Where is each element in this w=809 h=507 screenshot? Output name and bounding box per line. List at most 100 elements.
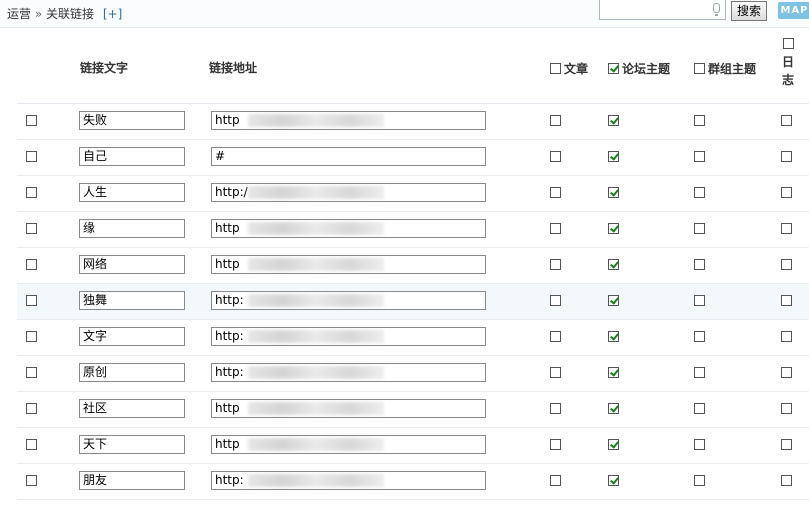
group-thread-checkbox[interactable] [694,115,705,126]
article-checkbox[interactable] [550,187,561,198]
forum-thread-checkbox[interactable] [608,223,619,234]
link-text-input[interactable]: 缘 [79,219,185,238]
header-check-article[interactable]: 文章 [550,60,588,77]
log-checkbox[interactable] [781,223,792,234]
header-check-forum-thread[interactable]: 论坛主题 [608,60,670,77]
header-check-group-thread[interactable]: 群组主题 [694,60,756,77]
group-thread-checkbox[interactable] [694,223,705,234]
link-url-input[interactable]: http: [211,291,486,310]
group-thread-checkbox[interactable] [694,439,705,450]
log-checkbox[interactable] [781,367,792,378]
link-url-input[interactable]: http [211,399,486,418]
link-url-input[interactable]: http: [211,363,486,382]
article-checkbox[interactable] [550,367,561,378]
log-checkbox[interactable] [781,295,792,306]
link-text-input[interactable]: 失败 [79,111,185,130]
link-url-input[interactable]: http [211,255,486,274]
column-header-forum-thread: 论坛主题 [622,62,671,76]
header-article-checkbox[interactable] [550,63,561,74]
row-select-checkbox[interactable] [26,115,37,126]
row-select-checkbox[interactable] [26,331,37,342]
link-url-input[interactable]: http: [211,327,486,346]
row-select-checkbox[interactable] [26,259,37,270]
article-checkbox[interactable] [550,331,561,342]
group-thread-checkbox[interactable] [694,295,705,306]
link-url-input[interactable]: http [211,435,486,454]
group-thread-checkbox[interactable] [694,367,705,378]
forum-thread-checkbox[interactable] [608,367,619,378]
group-thread-checkbox[interactable] [694,259,705,270]
link-text-input[interactable]: 朋友 [79,471,185,490]
link-url-input[interactable]: http: [211,471,486,490]
log-checkbox[interactable] [781,115,792,126]
row-select-checkbox[interactable] [26,187,37,198]
header-check-log[interactable]: 日 志 [778,38,798,89]
row-select-checkbox[interactable] [26,403,37,414]
redacted-url [248,294,384,307]
link-text-input[interactable]: 独舞 [79,291,185,310]
article-checkbox[interactable] [550,475,561,486]
row-select-checkbox[interactable] [26,439,37,450]
forum-thread-checkbox[interactable] [608,115,619,126]
forum-thread-checkbox[interactable] [608,403,619,414]
header-group-thread-checkbox[interactable] [694,63,705,74]
article-checkbox[interactable] [550,115,561,126]
forum-thread-checkbox[interactable] [608,259,619,270]
article-checkbox[interactable] [550,259,561,270]
header-forum-thread-checkbox[interactable] [608,63,619,74]
search-input[interactable] [599,0,726,20]
article-checkbox[interactable] [550,151,561,162]
group-thread-checkbox[interactable] [694,187,705,198]
link-url-input[interactable]: http [211,219,486,238]
row-select-checkbox[interactable] [26,475,37,486]
group-thread-checkbox[interactable] [694,331,705,342]
row-select-checkbox[interactable] [26,151,37,162]
link-url-input[interactable]: http [211,111,486,130]
table-row: 自己 # [17,140,809,176]
add-link-button[interactable]: [+] [103,7,122,21]
log-checkbox[interactable] [781,187,792,198]
link-text-input[interactable]: 网络 [79,255,185,274]
group-thread-checkbox[interactable] [694,475,705,486]
log-checkbox[interactable] [781,475,792,486]
link-url-input[interactable]: http:/ [211,183,486,202]
microphone-icon[interactable] [713,3,720,16]
row-select-checkbox[interactable] [26,295,37,306]
forum-thread-checkbox[interactable] [608,187,619,198]
link-url-value: http: [215,365,244,379]
breadcrumb-section[interactable]: 运营 [7,7,31,21]
article-checkbox[interactable] [550,403,561,414]
link-text-input[interactable]: 人生 [79,183,185,202]
article-checkbox[interactable] [550,439,561,450]
table-row: 网络 http [17,248,809,284]
forum-thread-checkbox[interactable] [608,439,619,450]
redacted-url [248,402,384,415]
group-thread-checkbox[interactable] [694,151,705,162]
article-checkbox[interactable] [550,223,561,234]
log-checkbox[interactable] [781,403,792,414]
forum-thread-checkbox[interactable] [608,475,619,486]
log-checkbox[interactable] [781,151,792,162]
forum-thread-checkbox[interactable] [608,331,619,342]
search-button[interactable]: 搜索 [731,1,767,21]
link-text-input[interactable]: 原创 [79,363,185,382]
link-url-input[interactable]: # [211,147,486,166]
map-button[interactable]: MAP [778,2,809,19]
redacted-url [248,114,384,127]
link-text-input[interactable]: 社区 [79,399,185,418]
group-thread-checkbox[interactable] [694,403,705,414]
row-select-checkbox[interactable] [26,367,37,378]
row-select-checkbox[interactable] [26,223,37,234]
article-checkbox[interactable] [550,295,561,306]
log-checkbox[interactable] [781,439,792,450]
log-checkbox[interactable] [781,259,792,270]
link-text-input[interactable]: 自己 [79,147,185,166]
link-text-input[interactable]: 文字 [79,327,185,346]
link-url-value: http [215,221,240,235]
log-checkbox[interactable] [781,331,792,342]
forum-thread-checkbox[interactable] [608,151,619,162]
redacted-url [248,258,384,271]
forum-thread-checkbox[interactable] [608,295,619,306]
link-text-input[interactable]: 天下 [79,435,185,454]
header-log-checkbox[interactable] [782,38,794,49]
